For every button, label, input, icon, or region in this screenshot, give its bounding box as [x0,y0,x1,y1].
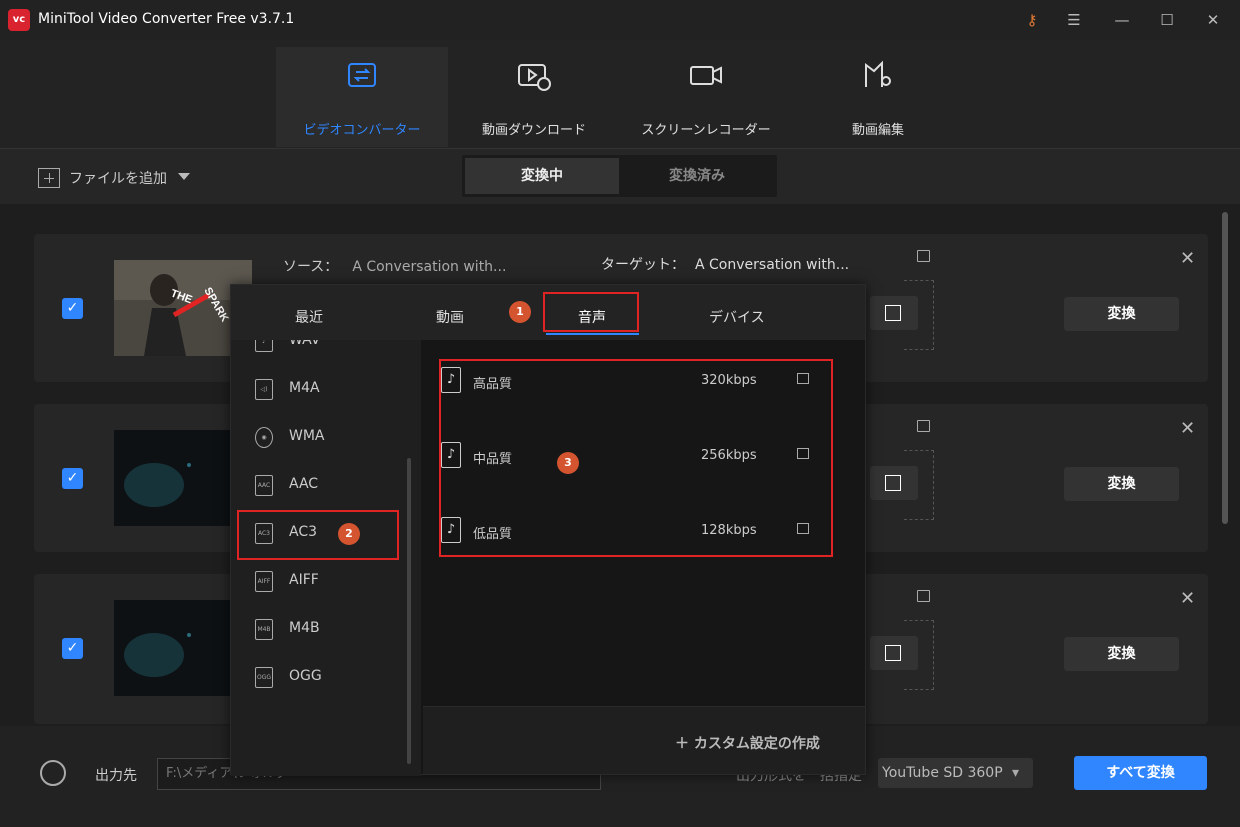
format-label: OGG [289,668,322,684]
format-item-wma[interactable]: ◉ WMA [231,414,411,460]
app-window: vc MiniTool Video Converter Free v3.7.1 … [0,0,1240,827]
format-list-scrollbar[interactable] [407,458,411,764]
convert-button[interactable]: 変換 [1064,467,1179,501]
row-checkbox[interactable]: ✓ [62,638,83,659]
target-name: A Conversation with... [695,257,850,273]
output-format-value: YouTube SD 360P [882,765,1003,781]
format-item-aiff[interactable]: AIFF AIFF [231,558,411,604]
maximize-icon[interactable]: ☐ [1157,10,1177,30]
target-info: ターゲット： A Conversation with... [601,254,849,274]
select-format-button[interactable] [870,296,918,330]
title-bar: vc MiniTool Video Converter Free v3.7.1 … [0,0,1240,40]
format-label: M4A [289,380,320,396]
create-custom-label: ＋ カスタム設定の作成 [675,736,820,752]
nav-video-converter[interactable]: ビデオコンバーター [276,47,448,147]
edit-target-icon[interactable] [917,250,930,262]
main-nav: ビデオコンバーター 動画ダウンロード スクリーンレコーダー 動画編集 [0,40,1240,148]
row-checkbox[interactable]: ✓ [62,468,83,489]
nav-video-download[interactable]: 動画ダウンロード [448,47,620,147]
format-selection-panel: 最近 動画 音声 デバイス 1 ♪ WAV ◁) M4A ◉ WMA AAC AAC A… [230,284,866,776]
select-format-button[interactable] [870,636,918,670]
select-format-button[interactable] [870,466,918,500]
step-badge-1: 1 [509,301,531,323]
format-label: AAC [289,476,319,492]
target-label: ターゲット： [601,257,685,273]
format-item-aac[interactable]: AAC AAC [231,462,411,508]
main-scrollbar[interactable] [1222,212,1228,524]
source-name: A Conversation with... [352,259,507,275]
edit-target-icon[interactable] [917,420,930,432]
format-label: WMA [289,428,325,444]
minimize-icon[interactable]: — [1112,10,1132,30]
tab-video[interactable]: 動画 [436,307,464,327]
convert-icon [348,63,376,87]
chevron-down-icon: ▾ [1012,765,1020,781]
step-badge-2: 2 [338,523,360,545]
add-file-label: ファイルを追加 [69,171,167,187]
wma-icon: ◉ [255,427,273,448]
format-item-m4a[interactable]: ◁) M4A [231,366,411,412]
toolbar: ファイルを追加 変換中 変換済み [0,148,1240,204]
tab-converting[interactable]: 変換中 [465,158,619,194]
conversion-tabs: 変換中 変換済み [462,155,777,197]
format-item-ogg[interactable]: OGG OGG [231,654,411,700]
highlight-box-qualities [439,359,833,557]
format-label: M4B [289,620,320,636]
aiff-icon: AIFF [255,571,273,592]
add-file-dropdown-icon[interactable] [178,173,190,180]
app-logo: vc [8,9,30,31]
remove-row-icon[interactable]: ✕ [1180,418,1195,439]
highlight-box-audio-tab [543,292,639,332]
step-badge-3: 3 [557,452,579,474]
output-label: 出力先 [95,768,137,784]
nav-screen-recorder[interactable]: スクリーンレコーダー [620,47,792,147]
nav-label: 動画編集 [851,123,904,138]
ogg-icon: OGG [255,667,273,688]
nav-label: スクリーンレコーダー [641,123,771,138]
tab-converted[interactable]: 変換済み [620,158,774,194]
remove-row-icon[interactable]: ✕ [1180,588,1195,609]
active-tab-underline [546,333,639,335]
convert-button[interactable]: 変換 [1064,297,1179,331]
app-title: MiniTool Video Converter Free v3.7.1 [38,11,295,27]
format-item-m4b[interactable]: M4B M4B [231,606,411,652]
add-file-icon [38,168,60,188]
convert-button[interactable]: 変換 [1064,637,1179,671]
format-item-wav[interactable]: ♪ WAV [231,340,411,364]
wav-icon: ♪ [255,340,273,352]
add-file-button[interactable]: ファイルを追加 [38,167,167,189]
m4a-icon: ◁) [255,379,273,400]
m4b-icon: M4B [255,619,273,640]
nav-video-editor[interactable]: 動画編集 [792,47,964,147]
source-label: ソース： [283,259,339,275]
source-info: ソース： A Conversation with... [283,256,506,276]
highlight-box-ac3 [237,510,399,560]
nav-label: ビデオコンバーター [303,123,421,138]
edit-target-icon[interactable] [917,590,930,602]
edit-movie-icon [865,60,891,87]
key-icon[interactable]: ⚷ [1022,10,1042,30]
alarm-clock-icon[interactable] [40,760,66,786]
format-label: AIFF [289,572,319,588]
format-label: WAV [289,340,321,348]
remove-row-icon[interactable]: ✕ [1180,248,1195,269]
close-window-icon[interactable]: ✕ [1203,10,1223,30]
tab-device[interactable]: デバイス [709,307,765,327]
row-checkbox[interactable]: ✓ [62,298,83,319]
create-custom-button[interactable]: ＋ カスタム設定の作成 [423,706,865,774]
menu-icon[interactable]: ☰ [1064,10,1084,30]
output-format-select[interactable]: YouTube SD 360P ▾ [878,758,1033,788]
download-video-icon [518,64,551,91]
convert-all-button[interactable]: すべて変換 [1074,756,1207,790]
aac-icon: AAC [255,475,273,496]
camera-icon [690,66,722,85]
nav-label: 動画ダウンロード [481,123,586,138]
tab-recent[interactable]: 最近 [295,307,323,327]
